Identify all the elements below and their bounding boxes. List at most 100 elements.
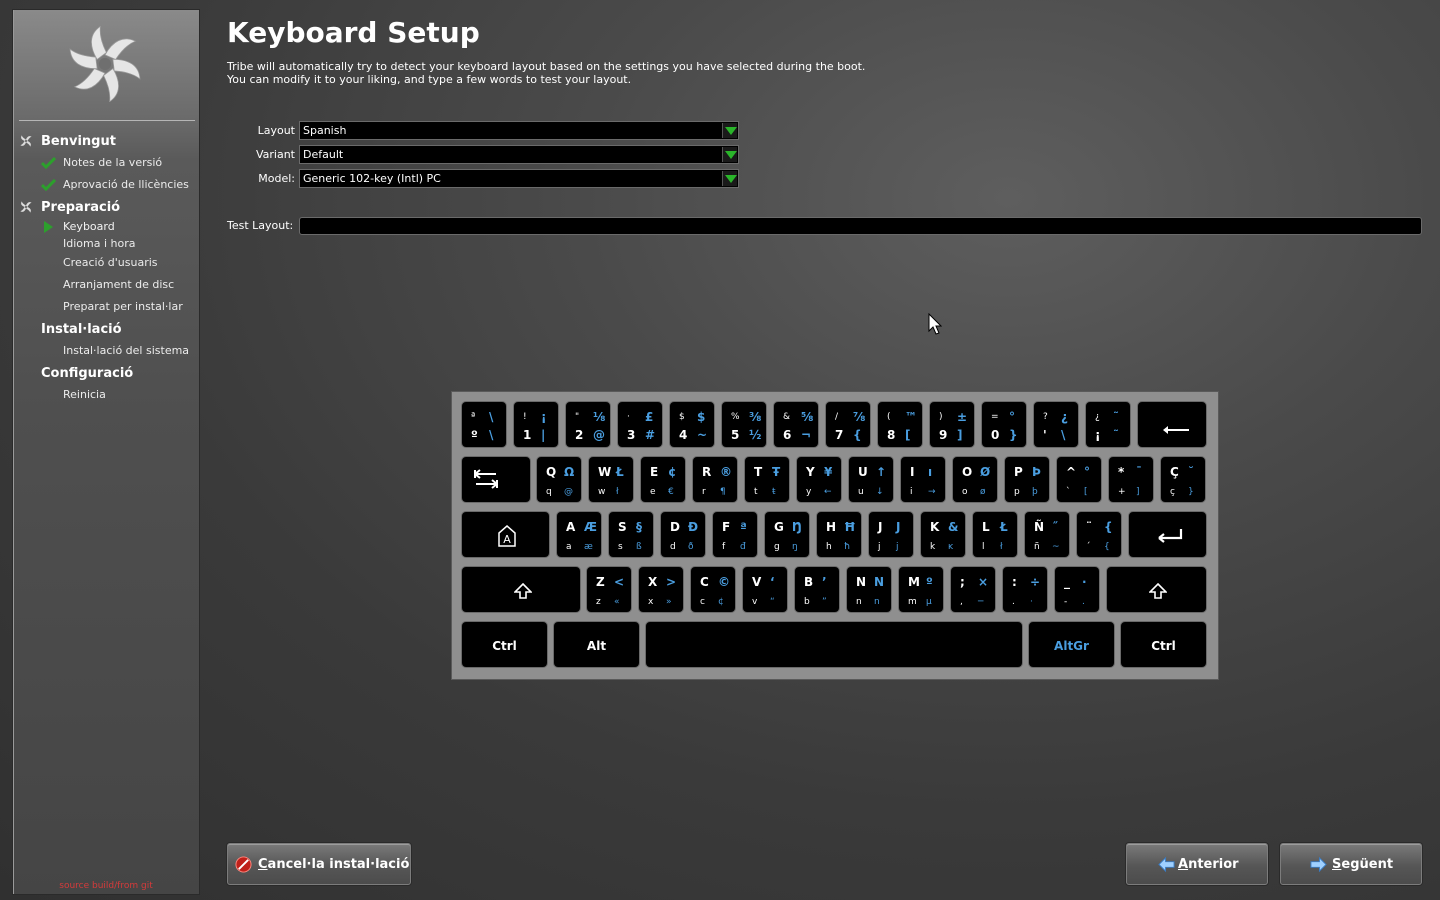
key-glyph: æ [584,542,593,552]
key-glyph: @ [593,428,605,442]
key-glyph: ı [928,465,933,479]
key-glyph: ↓ [876,487,884,497]
key-glyph: · [627,412,630,422]
variant-select[interactable]: Default [299,145,739,164]
dropdown-arrow-icon[interactable] [722,147,737,162]
key-glyph: ⅜ [749,410,762,424]
key-glyph: ^ [1066,465,1077,479]
shift-icon [513,582,533,603]
key-glyph: T [754,465,763,479]
next-button[interactable]: Següent [1280,843,1422,885]
keyboard-key: ¿ ˜ ¡ ˜ [1085,401,1131,448]
check-icon [41,157,56,169]
previous-button[interactable]: Anterior [1126,843,1268,885]
key-glyph: ñ [1034,542,1040,552]
key-glyph: ⅝ [801,410,814,424]
ctrl-right-key-label: Ctrl [1151,639,1176,653]
key-glyph: G [774,520,784,534]
cancel-icon [235,856,252,873]
key-glyph: R [702,465,712,479]
key-glyph: ç [1170,487,1175,497]
key-glyph: µ [926,597,932,607]
key-glyph: L [982,520,990,534]
current-step-arrow-icon [44,221,53,233]
dropdown-arrow-icon[interactable] [722,171,737,186]
sidebar: Benvingut Notes de la versió Aprovació d… [12,9,200,895]
key-glyph: } [1009,428,1018,442]
key-glyph: n [856,597,862,607]
key-glyph: · [1082,575,1087,589]
keyboard-key: ? ¿ ' \ [1033,401,1079,448]
sidebar-section-configuracio: Configuració [41,366,134,381]
key-glyph: ¶ [720,487,726,497]
key-glyph: ¬ [801,428,812,442]
key-glyph: ˝ [1052,520,1058,534]
model-select[interactable]: Generic 102-key (Intl) PC [299,169,739,188]
keyboard-key: V ‘ v “ [742,566,788,613]
keyboard-key: ¨ {´ { [1076,511,1122,558]
key-glyph: Ŧ [772,465,781,479]
sidebar-item-reinicia: Reinicia [63,388,106,401]
keyboard-key: Z < z « [586,566,632,613]
cancel-install-button[interactable]: Cancel·la instal·lació [227,843,411,885]
key-glyph: Ð [688,520,699,534]
key-glyph: ! [523,412,527,422]
next-label: Següent [1332,857,1393,872]
key-glyph: Ł [616,465,624,479]
keyboard-key: Ñ ˝ ñ ~ [1024,511,1070,558]
sidebar-item-preparat: Preparat per instal·lar [63,300,183,313]
key-glyph: 9 [939,428,948,442]
keyboard-key: PÞp þ [1004,456,1050,503]
key-glyph: ¨ [1086,520,1092,534]
keyboard-key: LŁl ł [972,511,1018,558]
key-glyph: M [908,575,920,589]
key-glyph: ħ [844,542,851,552]
key-glyph: · [1030,597,1033,607]
key-glyph: ~ [697,428,708,442]
keyboard-key: K & k ĸ [920,511,966,558]
layout-select[interactable]: Spanish [299,121,739,140]
key-glyph: ° [1009,410,1015,424]
test-layout-input[interactable] [299,217,1422,235]
key-glyph: $ [697,410,706,424]
key-glyph: V [752,575,762,589]
key-glyph: F [722,520,731,534]
key-glyph: a [566,542,572,552]
key-glyph: J [896,520,901,534]
key-glyph: ° [1084,465,1090,479]
keyboard-key: : ÷. · [1002,566,1048,613]
key-glyph: Z [596,575,605,589]
key-glyph: $ [679,412,685,422]
key-glyph: ŋ [792,542,798,552]
next-mnemonic: S [1332,857,1342,872]
variant-value: Default [303,148,344,161]
key-glyph: ? [1043,412,1048,422]
keyboard-key: GŊg ŋ [764,511,810,558]
key-glyph: + [1118,487,1126,497]
key-glyph: z [596,597,601,607]
key-glyph: u [858,487,864,497]
key-glyph: m [908,597,917,607]
dropdown-arrow-icon[interactable] [722,123,737,138]
key-glyph: đ [740,542,746,552]
key-glyph: 8 [887,428,896,442]
key-glyph: , [960,597,963,607]
key-glyph: ' [1043,428,1047,442]
key-glyph: P [1014,465,1023,479]
keyboard-key: JJj j [868,511,914,558]
key-glyph: Ω [564,465,575,479]
keyboard-key: OØo ø [952,456,998,503]
keyboard-key: " ⅛ 2 @ [565,401,611,448]
key-glyph: ± [957,410,968,424]
keyboard-key: ª \ º \ [461,401,507,448]
key-glyph: q [546,487,552,497]
tribe-logo-icon [69,26,141,102]
key-glyph: . [1082,597,1085,607]
key-glyph: ‘ [770,575,775,589]
keyboard-key: ; ×, ─ [950,566,996,613]
key-glyph: → [928,487,936,497]
key-glyph: 6 [783,428,792,442]
key-glyph: Ç [1170,465,1179,479]
description-line-1: Tribe will automatically try to detect y… [227,60,866,73]
keyboard-key: ^ ° ` [ [1056,456,1102,503]
